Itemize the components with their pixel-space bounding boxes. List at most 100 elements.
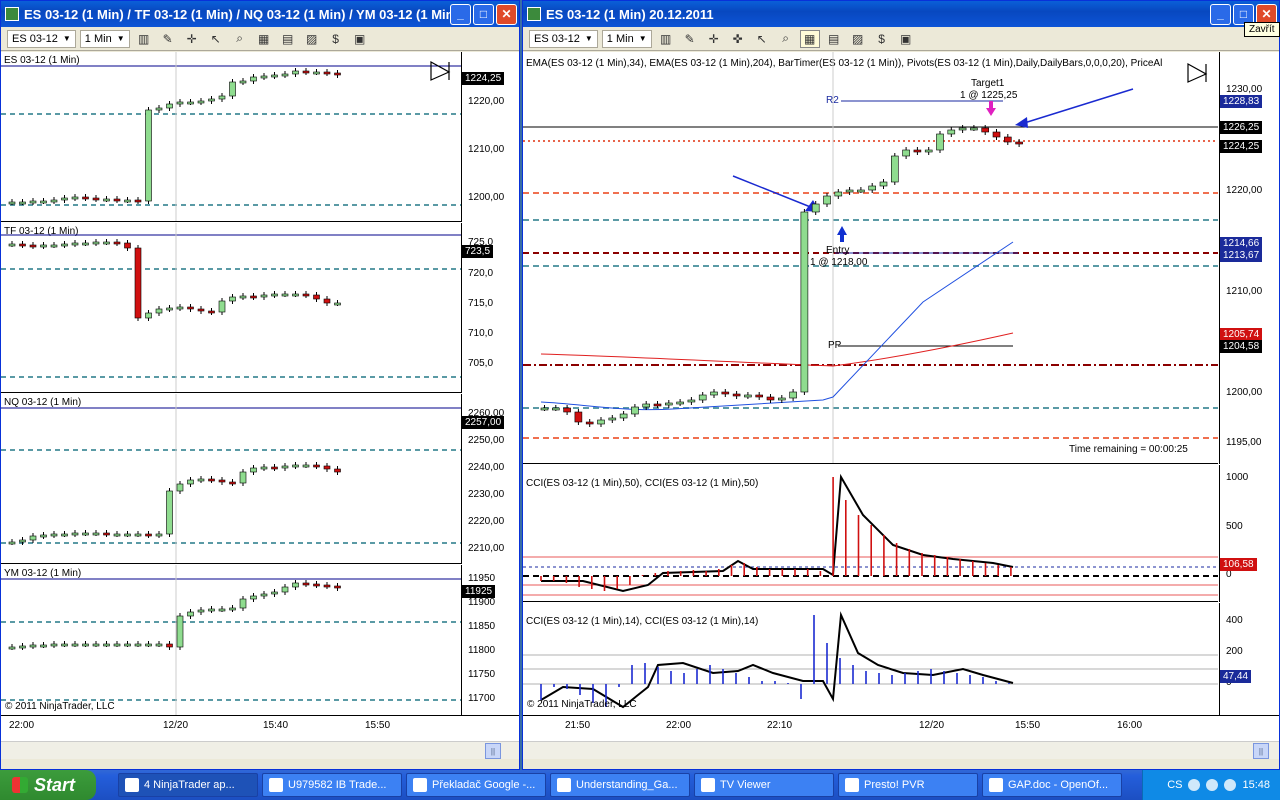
candle-body: [229, 296, 236, 302]
last-price-tag: 723,5: [462, 245, 494, 258]
candle-body: [260, 593, 268, 597]
candle-body: [187, 479, 194, 485]
minimize-button[interactable]: _: [1210, 3, 1231, 25]
taskbar-item-pdf[interactable]: Understanding_Ga...: [550, 773, 690, 797]
candle-body: [197, 100, 205, 104]
candle-group: [8, 580, 341, 650]
close-button[interactable]: ✕: [496, 3, 517, 25]
network-icon[interactable]: [1206, 779, 1219, 791]
axis-tick: 1220,00: [1226, 185, 1263, 196]
crosshair-icon[interactable]: ✛: [704, 30, 724, 48]
candle-body: [208, 98, 215, 102]
candle-body: [166, 103, 173, 109]
candle-body: [981, 127, 990, 133]
es-axis: 1220,00 1210,00 1200,00 1224,25: [461, 52, 519, 222]
candle-body: [271, 74, 278, 78]
time-tick: 12/20: [919, 720, 945, 731]
scroll-right-icon[interactable]: ||: [485, 743, 501, 759]
price-tag-last: 1224,25: [1220, 140, 1263, 153]
interval-dropdown[interactable]: 1 Min ▼: [79, 29, 130, 48]
taskbar-item-ninjatrader[interactable]: 4 NinjaTrader ap...: [118, 773, 258, 797]
instrument-value: ES 03-12: [534, 32, 580, 45]
cci-14-panel: CCI(ES 03-12 (1 Min),14), CCI(ES 03-12 (…: [523, 603, 1218, 715]
time-tick: 16:00: [1117, 720, 1143, 731]
right-window-titlebar[interactable]: ES 03-12 (1 Min) 20.12.2011 _ □ ✕: [523, 1, 1279, 27]
candle-body: [958, 127, 967, 131]
properties-icon[interactable]: ▣: [896, 30, 916, 48]
pointer-icon[interactable]: ↖: [752, 30, 772, 48]
right-toolbar: ES 03-12 ▼ 1 Min ▼ ▥ ✎ ✛ ✜ ↖ ⌕ ▦ ▤ ▨ $ ▣: [523, 27, 1279, 51]
strategies-icon[interactable]: ▤: [824, 30, 844, 48]
candle-body: [82, 242, 89, 246]
volume-icon[interactable]: [1224, 779, 1237, 791]
axis-tick: 500: [1226, 521, 1243, 532]
axis-tick: 2220,00: [468, 516, 505, 527]
pointer-icon[interactable]: ↖: [206, 30, 226, 48]
left-time-axis: 22:00 12/20 15:40 15:50: [1, 715, 519, 739]
axis-tick: 2250,00: [468, 435, 505, 446]
candle-body: [302, 582, 310, 586]
scroll-right-icon[interactable]: ||: [1253, 743, 1269, 759]
taskbar-item-tv-viewer[interactable]: TV Viewer: [694, 773, 834, 797]
strategies-icon[interactable]: ▤: [278, 30, 298, 48]
axis-tick: 11750: [468, 669, 496, 680]
taskbar-item-openoffice[interactable]: GAP.doc - OpenOf...: [982, 773, 1122, 797]
bar-type-icon[interactable]: ▥: [656, 30, 676, 48]
candle-body: [176, 615, 184, 648]
candle-body: [113, 533, 121, 537]
minimize-button[interactable]: _: [450, 3, 471, 25]
candle-body: [92, 241, 100, 245]
task-label: TV Viewer: [720, 779, 771, 791]
time-tick: 22:00: [666, 720, 692, 731]
candle-body: [218, 479, 226, 483]
candle-body: [50, 199, 58, 203]
instrument-dropdown[interactable]: ES 03-12 ▼: [529, 29, 598, 48]
properties-icon[interactable]: ▣: [350, 30, 370, 48]
chart-trader-icon[interactable]: ▨: [302, 30, 322, 48]
maximize-button[interactable]: □: [473, 3, 494, 25]
start-button[interactable]: Start: [0, 770, 96, 800]
candle-body: [302, 70, 310, 74]
candle-body: [166, 643, 173, 648]
right-horizontal-scrollbar[interactable]: ||: [523, 741, 1279, 759]
candle-body: [113, 643, 121, 647]
candle-body: [302, 293, 310, 297]
draw-pencil-icon[interactable]: ✎: [158, 30, 178, 48]
draw-pencil-icon[interactable]: ✎: [680, 30, 700, 48]
taskbar-item-google-translate[interactable]: Překladač Google -...: [406, 773, 546, 797]
instrument-dropdown[interactable]: ES 03-12 ▼: [7, 29, 76, 48]
axis-tick: 2230,00: [468, 489, 505, 500]
zoom-icon[interactable]: ⌕: [230, 30, 250, 48]
indicators-icon[interactable]: ▦: [799, 29, 820, 48]
cci-50-axis: 1000 500 0 106,58: [1219, 465, 1279, 602]
dollar-icon[interactable]: $: [326, 30, 346, 48]
candle-body: [845, 189, 854, 193]
dollar-icon[interactable]: $: [872, 30, 892, 48]
left-window-titlebar[interactable]: ES 03-12 (1 Min) / TF 03-12 (1 Min) / NQ…: [1, 1, 519, 27]
global-crosshair-icon[interactable]: ✜: [728, 30, 748, 48]
left-horizontal-scrollbar[interactable]: ||: [1, 741, 519, 759]
language-indicator[interactable]: CS: [1167, 779, 1182, 791]
indicators-icon[interactable]: ▦: [254, 30, 274, 48]
bar-type-icon[interactable]: ▥: [134, 30, 154, 48]
candle-body: [313, 583, 320, 587]
candle-body: [19, 201, 26, 205]
crosshair-icon[interactable]: ✛: [182, 30, 202, 48]
candle-body: [687, 399, 696, 403]
candle-body: [551, 407, 560, 411]
tray-arrow-icon[interactable]: [1188, 779, 1201, 791]
chart-trader-icon[interactable]: ▨: [848, 30, 868, 48]
histogram-bars: [540, 477, 1012, 591]
es-panel: ES 03-12 (1 Min): [1, 52, 461, 222]
taskbar-item-presto[interactable]: Presto! PVR: [838, 773, 978, 797]
candle-body: [608, 417, 617, 421]
taskbar-item-ib[interactable]: U979582 IB Trade...: [262, 773, 402, 797]
main-price-panel: EMA(ES 03-12 (1 Min),34), EMA(ES 03-12 (…: [523, 52, 1218, 464]
main-price-chart: [523, 52, 1218, 463]
candle-body: [145, 643, 152, 647]
zoom-icon[interactable]: ⌕: [776, 30, 796, 48]
axis-tick: 11950: [468, 573, 496, 584]
axis-tick: 1200,00: [1226, 387, 1263, 398]
interval-dropdown[interactable]: 1 Min ▼: [601, 29, 652, 48]
candle-body: [271, 293, 278, 297]
